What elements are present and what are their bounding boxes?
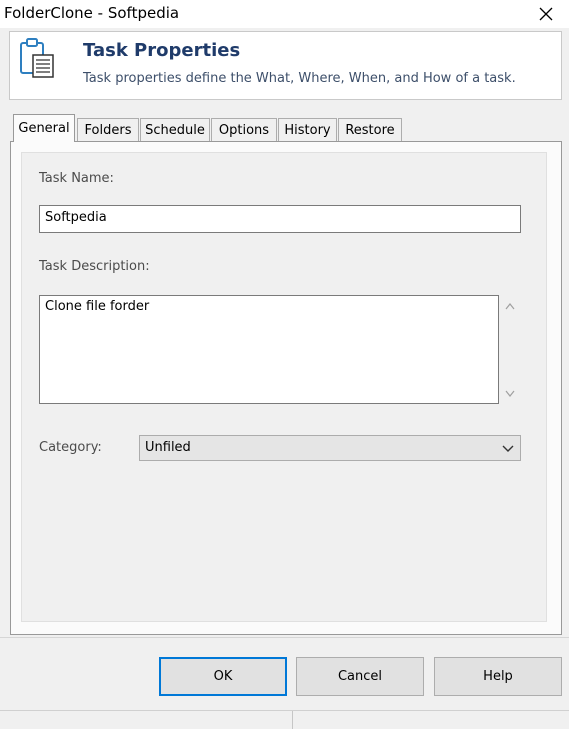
tab-history[interactable]: History — [278, 118, 337, 141]
category-select[interactable]: Unfiled — [139, 435, 521, 461]
task-name-label: Task Name: — [39, 171, 114, 186]
title-bar: FolderClone - Softpedia — [0, 0, 569, 28]
tab-restore[interactable]: Restore — [338, 118, 402, 141]
scroll-up-button[interactable] — [502, 298, 518, 314]
tab-folders[interactable]: Folders — [77, 118, 139, 141]
chevron-up-icon — [505, 302, 515, 309]
header-subtitle: Task properties define the What, Where, … — [83, 71, 516, 86]
help-button[interactable]: Help — [434, 657, 562, 696]
cancel-button[interactable]: Cancel — [296, 657, 424, 696]
close-button[interactable] — [523, 0, 569, 28]
status-bar — [0, 710, 569, 729]
status-bar-separator — [292, 711, 293, 729]
footer-divider — [0, 637, 569, 638]
ok-button[interactable]: OK — [159, 657, 287, 696]
close-icon — [539, 7, 553, 21]
tab-schedule[interactable]: Schedule — [140, 118, 210, 141]
header-panel: Task Properties Task properties define t… — [9, 31, 562, 100]
task-description-textarea[interactable]: Clone file forder — [39, 295, 499, 404]
category-label: Category: — [39, 440, 102, 455]
tab-general[interactable]: General — [13, 114, 75, 142]
header-title: Task Properties — [83, 40, 241, 61]
task-description-label: Task Description: — [39, 259, 150, 274]
general-group: Task Name: Softpedia Task Description: C… — [21, 152, 547, 622]
scroll-down-button[interactable] — [502, 385, 518, 401]
category-value: Unfiled — [145, 440, 191, 455]
tab-panel-general: Task Name: Softpedia Task Description: C… — [10, 141, 562, 635]
task-name-input[interactable]: Softpedia — [39, 205, 521, 233]
clipboard-list-icon — [20, 38, 54, 78]
chevron-down-icon — [502, 445, 514, 452]
tab-options[interactable]: Options — [211, 118, 277, 141]
chevron-down-icon — [505, 390, 515, 397]
window-title: FolderClone - Softpedia — [4, 4, 180, 22]
